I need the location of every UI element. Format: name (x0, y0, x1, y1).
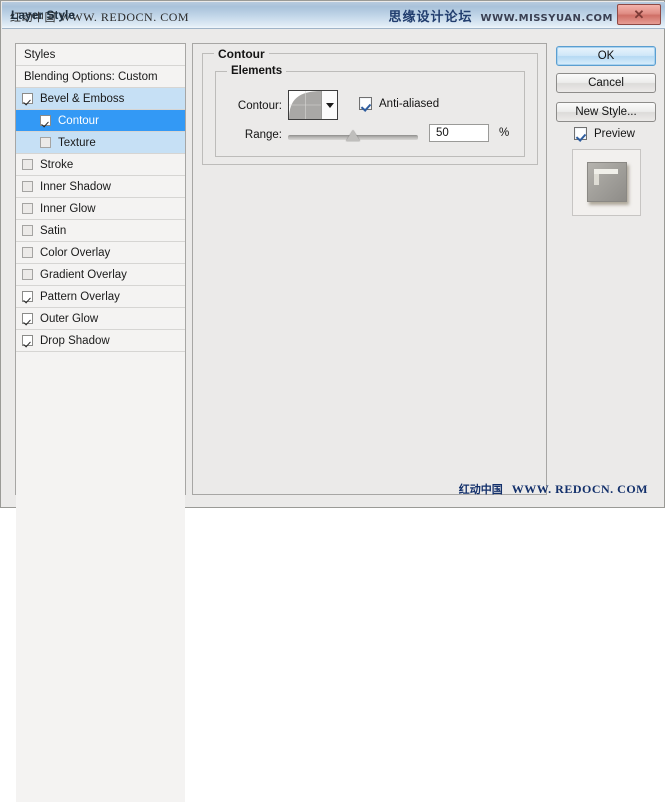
contour-preset-dropdown[interactable] (288, 90, 338, 120)
style-item-label: Stroke (40, 158, 74, 171)
blending-options-label: Blending Options: Custom (24, 70, 158, 83)
anti-aliased-checkbox[interactable] (359, 97, 372, 110)
watermark-bottom: 红动中国 WWW. REDOCN. COM (459, 481, 648, 497)
preview-checkbox[interactable] (574, 127, 587, 140)
style-item-label: Inner Shadow (40, 180, 111, 193)
style-item-checkbox[interactable] (22, 335, 33, 346)
style-item-checkbox[interactable] (22, 291, 33, 302)
layer-style-dialog: 红动中国 WWW. REDOCN. COM Layer Style 思缘设计论坛… (0, 0, 665, 802)
style-item-contour[interactable]: Contour (16, 110, 185, 132)
style-item-checkbox[interactable] (22, 181, 33, 192)
range-field-label: Range: (244, 129, 282, 141)
watermark-title-right: 思缘设计论坛 WWW.MISSYUAN.COM (388, 6, 613, 25)
contour-curve-preview (289, 91, 322, 119)
styles-effect-list: Bevel & Emboss Contour Texture Stroke Inner … (16, 88, 185, 352)
style-item-label: Pattern Overlay (40, 290, 120, 303)
cancel-button[interactable]: Cancel (556, 73, 656, 93)
contour-dropdown-arrow[interactable] (321, 91, 337, 119)
preview-thumbnail-art (587, 162, 627, 202)
close-icon[interactable]: ✕ (617, 4, 661, 25)
contour-curve-icon (289, 91, 322, 119)
style-item-inner-shadow[interactable]: Inner Shadow (16, 176, 185, 198)
style-item-outer-glow[interactable]: Outer Glow (16, 308, 185, 330)
title-bar: 红动中国 WWW. REDOCN. COM Layer Style 思缘设计论坛… (2, 2, 665, 29)
style-item-label: Satin (40, 224, 67, 237)
style-item-pattern-overlay[interactable]: Pattern Overlay (16, 286, 185, 308)
style-item-checkbox[interactable] (22, 313, 33, 324)
preview-row[interactable]: Preview (574, 127, 635, 140)
style-item-label: Gradient Overlay (40, 268, 127, 281)
preview-thumbnail (572, 149, 641, 216)
style-item-checkbox[interactable] (22, 225, 33, 236)
elements-group: Elements Contour: Anti-aliased Range: 50… (215, 65, 525, 157)
chevron-down-icon (326, 103, 335, 108)
ok-button[interactable]: OK (556, 46, 656, 66)
preview-label: Preview (594, 127, 635, 140)
watermark-title-left-url: WWW. REDOCN. COM (59, 10, 190, 24)
style-item-checkbox[interactable] (40, 137, 51, 148)
style-item-color-overlay[interactable]: Color Overlay (16, 242, 185, 264)
contour-settings-panel: Contour Elements Contour: Anti-aliased R… (192, 43, 547, 495)
styles-list-header: Styles (16, 44, 185, 66)
style-item-checkbox[interactable] (22, 269, 33, 280)
style-item-drop-shadow[interactable]: Drop Shadow (16, 330, 185, 352)
contour-group: Contour Elements Contour: Anti-aliased R… (202, 47, 538, 165)
style-item-satin[interactable]: Satin (16, 220, 185, 242)
style-item-inner-glow[interactable]: Inner Glow (16, 198, 185, 220)
range-input[interactable]: 50 (429, 124, 489, 142)
style-item-bevel-emboss[interactable]: Bevel & Emboss (16, 88, 185, 110)
preview-art-glyph-horizontal (594, 169, 618, 174)
watermark-bottom-url: WWW. REDOCN. COM (511, 482, 648, 496)
dialog-title: Layer Style (11, 8, 76, 22)
contour-group-title: Contour (214, 47, 269, 61)
contour-field-label: Contour: (237, 100, 282, 112)
style-item-checkbox[interactable] (22, 93, 33, 104)
style-item-label: Inner Glow (40, 202, 96, 215)
style-item-checkbox[interactable] (22, 159, 33, 170)
anti-aliased-label: Anti-aliased (379, 97, 440, 110)
watermark-title-right-cn: 思缘设计论坛 (388, 10, 473, 25)
styles-panel: Styles Blending Options: Custom Bevel & … (15, 43, 186, 802)
new-style-button[interactable]: New Style... (556, 102, 656, 122)
style-item-label: Contour (58, 114, 99, 127)
style-item-checkbox[interactable] (22, 203, 33, 214)
styles-header-label: Styles (24, 48, 56, 61)
watermark-bottom-cn: 红动中国 (458, 483, 503, 496)
style-item-label: Bevel & Emboss (40, 92, 125, 105)
elements-group-title: Elements (227, 65, 287, 77)
style-item-label: Texture (58, 136, 96, 149)
style-item-label: Color Overlay (40, 246, 111, 259)
watermark-title-right-url: WWW.MISSYUAN.COM (480, 13, 613, 24)
range-slider-thumb[interactable] (346, 130, 360, 141)
range-unit-label: % (499, 127, 510, 139)
style-item-checkbox[interactable] (40, 115, 51, 126)
anti-aliased-row[interactable]: Anti-aliased (359, 97, 439, 110)
style-item-texture[interactable]: Texture (16, 132, 185, 154)
styles-list-empty-area (16, 352, 185, 802)
style-item-gradient-overlay[interactable]: Gradient Overlay (16, 264, 185, 286)
range-slider[interactable] (288, 130, 418, 142)
close-icon-glyph: ✕ (633, 7, 645, 22)
style-item-label: Outer Glow (40, 312, 99, 325)
blending-options-row[interactable]: Blending Options: Custom (16, 66, 185, 88)
style-item-label: Drop Shadow (40, 334, 110, 347)
style-item-checkbox[interactable] (22, 247, 33, 258)
style-item-stroke[interactable]: Stroke (16, 154, 185, 176)
